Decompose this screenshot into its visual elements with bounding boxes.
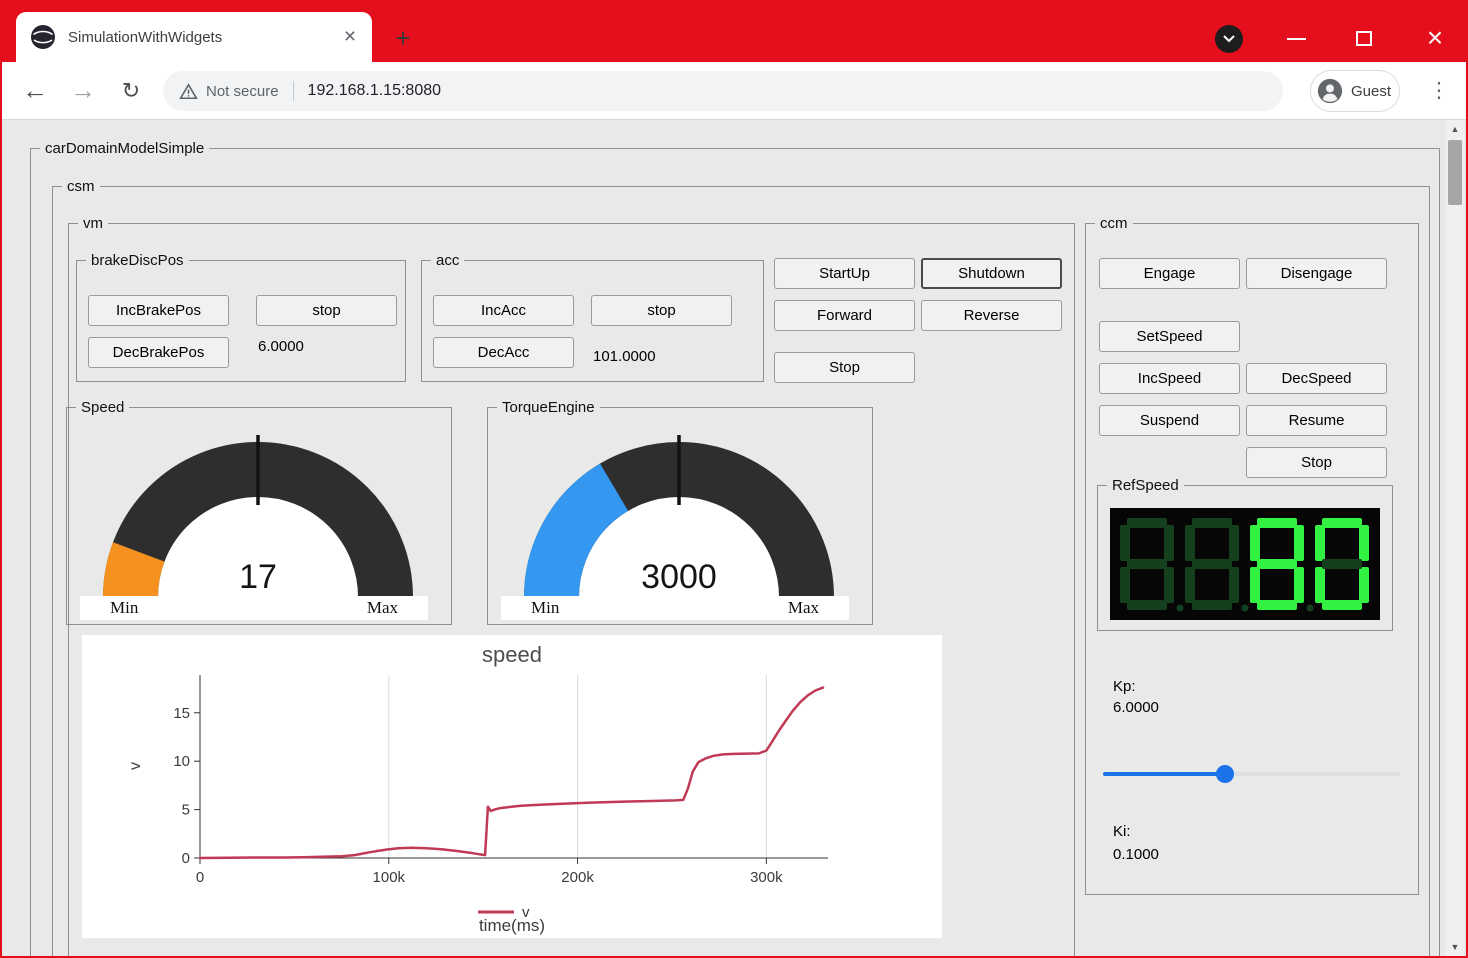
forward-button[interactable]: → [62,62,104,119]
site-favicon-icon [30,24,56,50]
group-label: carDomainModelSimple [40,139,209,159]
group-label: ccm [1095,214,1133,234]
address-bar[interactable]: Not secure 192.168.1.15:8080 [163,71,1283,111]
svg-text:300k: 300k [750,869,783,886]
new-tab-button[interactable]: + [388,24,418,54]
chevron-down-icon [1223,35,1235,43]
svg-text:v: v [522,904,530,921]
inc-speed-button[interactable]: IncSpeed [1099,363,1240,394]
svg-text:0: 0 [182,850,190,867]
ref-speed-seven-segment-display [1110,508,1380,620]
svg-text:10: 10 [173,753,190,770]
kp-value: 6.0000 [1113,698,1159,718]
group-label: vm [78,214,108,234]
browser-tab[interactable]: SimulationWithWidgets × [16,12,372,62]
torque-gauge-min-label: Min [531,598,559,618]
group-label: brakeDiscPos [86,251,189,271]
kp-slider-thumb[interactable] [1216,765,1234,783]
group-label: Speed [76,398,129,418]
scrollbar-thumb[interactable] [1448,140,1462,205]
set-speed-button[interactable]: SetSpeed [1099,321,1240,352]
maximize-button[interactable] [1356,31,1372,46]
tab-close-icon[interactable]: × [338,25,362,49]
reverse-mode-button[interactable]: Reverse [921,300,1062,331]
brake-stop-button[interactable]: stop [256,295,397,326]
disengage-button[interactable]: Disengage [1246,258,1387,289]
web-page: carDomainModelSimple csm vm ccm brakeDis… [2,120,1466,956]
engage-button[interactable]: Engage [1099,258,1240,289]
group-label: RefSpeed [1107,476,1184,496]
omnibox-divider [293,81,294,101]
group-label: TorqueEngine [497,398,600,418]
dec-speed-button[interactable]: DecSpeed [1246,363,1387,394]
torque-gauge-max-label: Max [788,598,819,618]
ccm-stop-button[interactable]: Stop [1246,447,1387,478]
titlebar: SimulationWithWidgets × + × [0,0,1468,62]
profile-label: Guest [1351,83,1391,100]
dec-acc-button[interactable]: DecAcc [433,337,574,368]
kp-slider-fill [1103,772,1225,776]
speed-chart-panel: 0100k200k300k051015speedvtime(ms)v [82,635,942,938]
group-label: csm [62,177,100,197]
url-text: 192.168.1.15:8080 [308,82,441,100]
svg-text:15: 15 [173,705,190,722]
group-label: acc [431,251,464,271]
svg-text:100k: 100k [373,869,406,886]
acc-value: 101.0000 [593,347,656,367]
svg-text:v: v [127,762,144,770]
brake-pos-value: 6.0000 [258,337,304,357]
speed-line-chart: 0100k200k300k051015speedvtime(ms)v [82,635,942,938]
tab-title: SimulationWithWidgets [68,29,338,46]
minimize-button[interactable] [1287,38,1306,40]
shutdown-button[interactable]: Shutdown [921,258,1062,289]
profile-button[interactable]: Guest [1310,70,1400,112]
svg-text:5: 5 [182,802,190,819]
inc-brake-pos-button[interactable]: IncBrakePos [88,295,229,326]
startup-button[interactable]: StartUp [774,258,915,289]
navigation-bar: ← → ↻ Not secure 192.168.1.15:8080 Guest… [2,62,1466,120]
speed-gauge-value: 17 [158,557,358,597]
back-button[interactable]: ← [14,62,56,119]
scroll-down-icon[interactable]: ▼ [1446,938,1464,956]
media-controls-button[interactable] [1215,25,1243,53]
speed-gauge-scale: Min Max [80,596,428,620]
svg-text:time(ms): time(ms) [479,916,545,935]
torque-gauge-scale: Min Max [501,596,849,620]
speed-gauge-min-label: Min [110,598,138,618]
svg-text:200k: 200k [561,869,594,886]
browser-menu-button[interactable]: ⋮ [1426,78,1452,104]
svg-text:speed: speed [482,642,542,667]
inc-acc-button[interactable]: IncAcc [433,295,574,326]
page-scrollbar[interactable]: ▲ ▼ [1446,120,1464,956]
ki-value: 0.1000 [1113,845,1159,865]
resume-button[interactable]: Resume [1246,405,1387,436]
not-secure-warning-icon [179,82,198,101]
acc-stop-button[interactable]: stop [591,295,732,326]
guest-avatar-icon [1317,76,1343,106]
close-button[interactable]: × [1421,24,1449,54]
torque-gauge-value: 3000 [579,557,779,597]
forward-mode-button[interactable]: Forward [774,300,915,331]
dec-brake-pos-button[interactable]: DecBrakePos [88,337,229,368]
suspend-button[interactable]: Suspend [1099,405,1240,436]
svg-text:0: 0 [196,869,204,886]
reload-button[interactable]: ↻ [110,62,152,119]
vm-stop-button[interactable]: Stop [774,352,915,383]
ki-label: Ki: [1113,822,1131,842]
speed-gauge-max-label: Max [367,598,398,618]
kp-label: Kp: [1113,677,1136,697]
scroll-up-icon[interactable]: ▲ [1446,120,1464,138]
security-status-label: Not secure [206,83,279,100]
